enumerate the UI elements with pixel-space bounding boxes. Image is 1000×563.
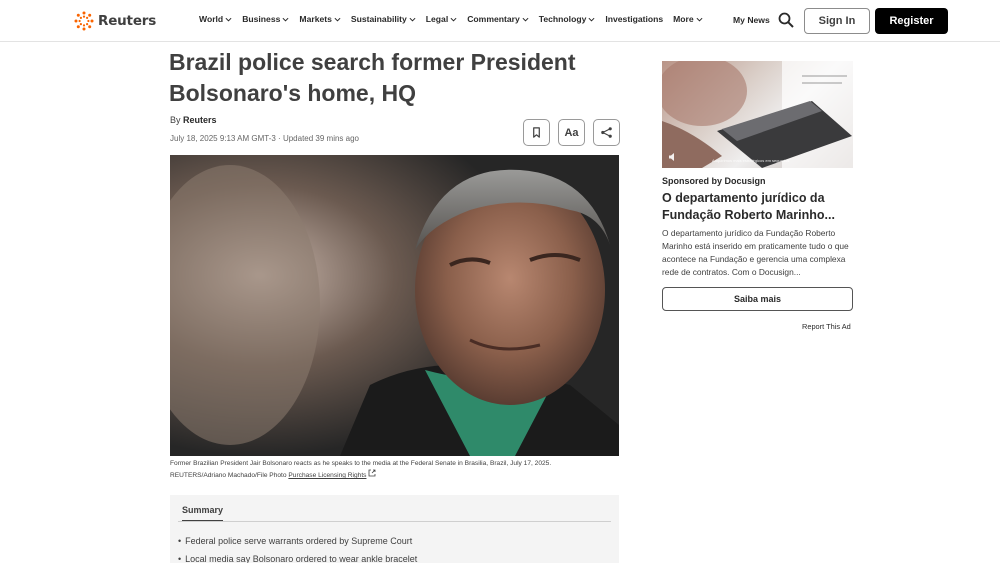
share-button[interactable]	[593, 119, 620, 146]
laptop-ad-image	[662, 61, 853, 168]
nav-technology[interactable]: Technology	[539, 14, 596, 24]
mute-icon[interactable]	[668, 152, 678, 162]
purchase-licensing-link[interactable]: Purchase Licensing Rights	[288, 472, 366, 479]
byline-author[interactable]: Reuters	[183, 115, 217, 125]
chevron-down-icon	[450, 17, 457, 22]
ad-image-caption: Adquirimos mais estratégicos em segundos	[712, 158, 790, 163]
ad-sponsor: Sponsored by Docusign	[662, 176, 766, 186]
caption-text: Former Brazilian President Jair Bolsonar…	[170, 460, 552, 467]
summary-item: Federal police serve warrants ordered by…	[178, 532, 417, 550]
brand-name: Reuters	[98, 13, 157, 29]
chevron-down-icon	[409, 17, 416, 22]
nav-label: Technology	[538, 14, 587, 24]
main-nav: World Business Markets Sustainability Le…	[199, 14, 703, 24]
ad-image[interactable]: Adquirimos mais estratégicos em segundos	[662, 61, 853, 168]
chevron-down-icon	[696, 17, 703, 22]
photo-credit-row: REUTERS/Adriano Machado/File Photo Purch…	[170, 469, 620, 481]
chevron-down-icon	[522, 17, 529, 22]
search-icon[interactable]	[778, 12, 794, 28]
article-photo[interactable]	[170, 155, 619, 456]
byline-prefix: By	[170, 115, 181, 125]
sign-in-button[interactable]: Sign In	[804, 8, 870, 34]
article-tools: Aa	[523, 119, 620, 146]
report-ad-link[interactable]: Report This Ad	[802, 322, 851, 331]
article-dateline: July 18, 2025 9:13 AM GMT-3 · Updated 39…	[170, 134, 359, 143]
ad-title[interactable]: O departamento jurídico da Fundação Robe…	[662, 190, 854, 224]
byline: By Reuters	[170, 115, 217, 125]
nav-label: Investigations	[605, 14, 664, 24]
nav-investigations[interactable]: Investigations	[605, 14, 663, 24]
nav-markets[interactable]: Markets	[299, 14, 341, 24]
article-headline: Brazil police search former President Bo…	[169, 49, 576, 106]
nav-world[interactable]: World	[199, 14, 232, 24]
photo-credit: REUTERS/Adriano Machado/File Photo	[170, 472, 287, 479]
my-news-link[interactable]: My News	[733, 15, 770, 25]
divider	[178, 521, 611, 522]
nav-more[interactable]: More	[673, 14, 703, 24]
nav-label: Business	[242, 14, 281, 24]
nav-label: Markets	[299, 14, 332, 24]
nav-label: Commentary	[467, 14, 520, 24]
nav-label: World	[199, 14, 224, 24]
ad-body: O departamento jurídico da Fundação Robe…	[662, 228, 849, 277]
nav-label: Sustainability	[350, 14, 407, 24]
bolsonaro-portrait-image	[170, 155, 619, 456]
top-navigation-bar: Reuters World Business Markets Sustainab…	[0, 0, 1000, 42]
summary-item: Local media say Bolsonaro ordered to wea…	[178, 550, 417, 563]
ad-cta-button[interactable]: Saiba mais	[662, 287, 853, 311]
external-link-icon	[368, 469, 376, 477]
nav-legal[interactable]: Legal	[426, 14, 457, 24]
chevron-down-icon	[225, 17, 232, 22]
summary-list: Federal police serve warrants ordered by…	[178, 532, 417, 563]
nav-sustainability[interactable]: Sustainability	[351, 14, 416, 24]
chevron-down-icon	[334, 17, 341, 22]
reuters-logo-icon	[74, 11, 94, 31]
summary-box: Summary Federal police serve warrants or…	[170, 495, 619, 563]
summary-tab[interactable]: Summary	[182, 505, 224, 522]
nav-business[interactable]: Business	[242, 14, 289, 24]
nav-commentary[interactable]: Commentary	[467, 14, 529, 24]
reuters-logo[interactable]: Reuters	[74, 10, 156, 32]
photo-caption: Former Brazilian President Jair Bolsonar…	[170, 459, 620, 481]
nav-label: Legal	[425, 14, 449, 24]
share-icon	[601, 127, 612, 138]
font-size-label: Aa	[564, 126, 579, 139]
chevron-down-icon	[282, 17, 289, 22]
register-button[interactable]: Register	[875, 8, 948, 34]
bookmark-button[interactable]	[523, 119, 550, 146]
chevron-down-icon	[588, 17, 595, 22]
nav-label: More	[673, 14, 694, 24]
font-size-button[interactable]: Aa	[558, 119, 585, 146]
bookmark-icon	[533, 127, 540, 138]
